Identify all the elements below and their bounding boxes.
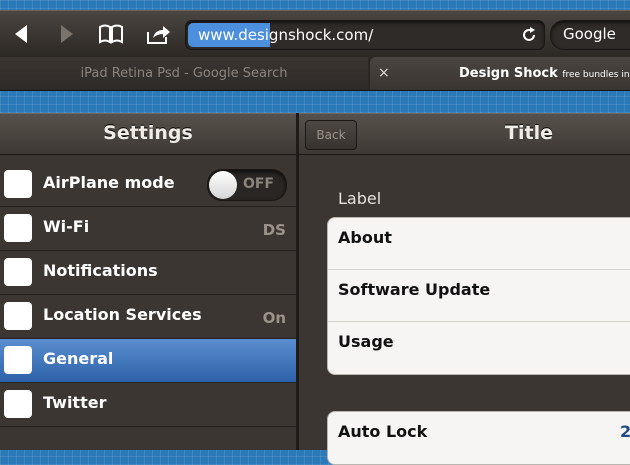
toggle-state-text: OFF <box>242 176 274 192</box>
tab-design-shock[interactable]: × Design Shock free bundles in your n <box>370 57 630 90</box>
item-value: On <box>262 309 286 327</box>
item-value: DS <box>262 221 286 239</box>
settings-item-general[interactable]: General <box>0 339 296 383</box>
back-button[interactable]: Back <box>305 120 357 150</box>
item-label: Twitter <box>43 393 107 412</box>
item-label: General <box>43 349 114 368</box>
item-icon-placeholder <box>4 214 32 242</box>
general-options-group: About Software Update Usage <box>327 217 630 375</box>
bookmarks-book-icon[interactable] <box>98 22 124 46</box>
settings-item-twitter[interactable]: Twitter <box>0 383 296 427</box>
item-icon-placeholder <box>4 346 32 374</box>
settings-item-wifi[interactable]: Wi-Fi DS <box>0 207 296 251</box>
back-arrow-icon[interactable] <box>10 22 34 46</box>
toggle-knob <box>209 171 237 199</box>
tab-bar: iPad Retina Psd - Google Search × Design… <box>0 57 630 91</box>
option-auto-lock[interactable]: Auto Lock 2 <box>328 412 630 464</box>
tab-google-search[interactable]: iPad Retina Psd - Google Search <box>0 57 368 90</box>
item-label: AirPlane mode <box>43 173 175 192</box>
lock-options-group: Auto Lock 2 <box>327 411 630 465</box>
option-label: Software Update <box>338 280 491 299</box>
item-icon-placeholder <box>4 170 32 198</box>
url-bar[interactable]: www.designshock.com/ <box>185 20 545 50</box>
option-software-update[interactable]: Software Update <box>328 270 630 322</box>
item-icon-placeholder <box>4 258 32 286</box>
option-label: Auto Lock <box>338 422 428 441</box>
group-label: Label <box>338 189 382 208</box>
url-text: www.designshock.com/ <box>188 23 384 47</box>
option-usage[interactable]: Usage <box>328 322 630 374</box>
settings-item-notifications[interactable]: Notifications <box>0 251 296 295</box>
settings-item-airplane-mode[interactable]: AirPlane mode OFF <box>0 163 296 207</box>
forward-arrow-icon[interactable] <box>54 22 78 46</box>
settings-panel: Settings AirPlane mode OFF Wi-Fi DS Noti… <box>0 113 296 450</box>
item-label: Notifications <box>43 261 158 280</box>
tab-label: Design Shock <box>459 66 558 81</box>
detail-title: Title <box>505 122 553 144</box>
item-label: Location Services <box>43 305 202 324</box>
share-icon[interactable] <box>145 22 171 46</box>
option-value: 2 <box>620 422 630 441</box>
reload-icon[interactable] <box>520 26 538 44</box>
detail-header: Back Title <box>299 113 630 155</box>
detail-panel: Back Title Label About Software Update U… <box>299 113 630 465</box>
browser-toolbar: www.designshock.com/ Google <box>0 10 630 58</box>
tab-sublabel: free bundles in your n <box>562 70 630 80</box>
search-engine-label: Google <box>563 25 616 43</box>
option-label: About <box>338 228 392 247</box>
settings-header: Settings <box>0 113 296 155</box>
settings-list: AirPlane mode OFF Wi-Fi DS Notifications… <box>0 163 296 427</box>
close-tab-icon[interactable]: × <box>378 57 390 90</box>
search-field[interactable]: Google <box>550 20 630 50</box>
airplane-mode-toggle[interactable]: OFF <box>207 169 287 201</box>
settings-item-location-services[interactable]: Location Services On <box>0 295 296 339</box>
option-label: Usage <box>338 332 394 351</box>
item-icon-placeholder <box>4 390 32 418</box>
tab-label: iPad Retina Psd - Google Search <box>80 66 288 81</box>
settings-title: Settings <box>103 122 193 144</box>
tab-title-group: Design Shock free bundles in your n <box>459 57 630 90</box>
item-label: Wi-Fi <box>43 217 90 236</box>
item-icon-placeholder <box>4 302 32 330</box>
option-about[interactable]: About <box>328 218 630 270</box>
